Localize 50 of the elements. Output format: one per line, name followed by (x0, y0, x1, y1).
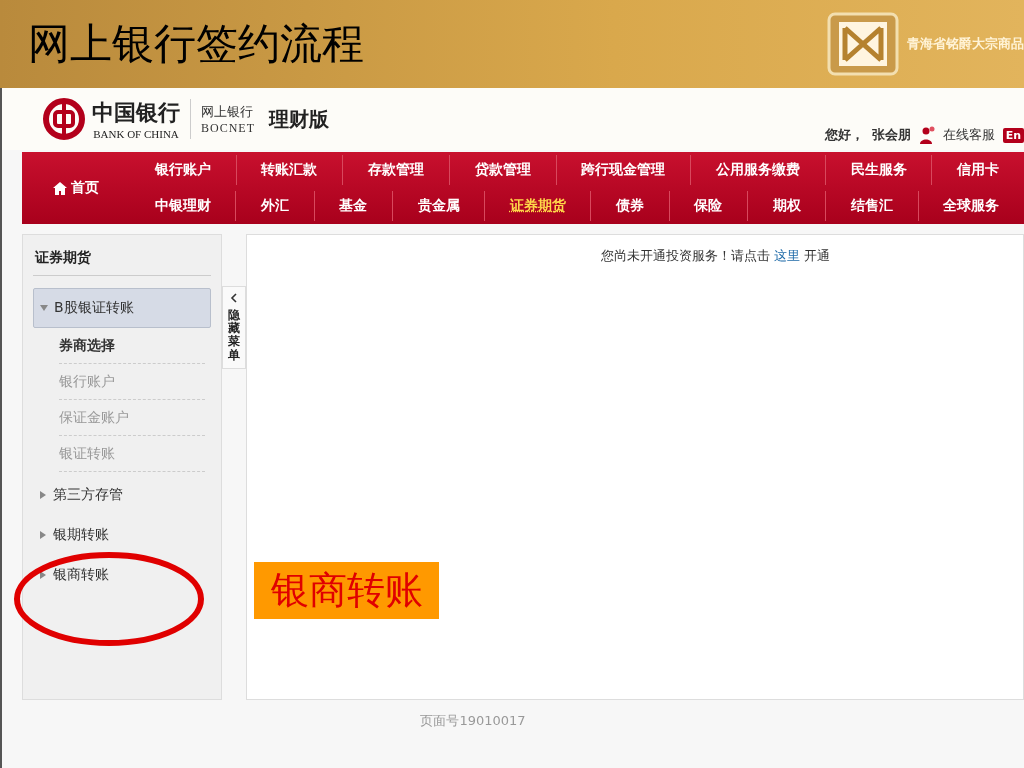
nav-item[interactable]: 跨行现金管理 (555, 155, 691, 185)
greeting: 您好， (824, 126, 864, 144)
notice-text: 您尚未开通投资服务！请点击 这里 开通 (600, 247, 830, 265)
sidebar-group[interactable]: 银期转账 (33, 518, 211, 552)
sidebar-group[interactable]: 银商转账 (33, 558, 211, 592)
nav-item[interactable]: 基金 (313, 191, 392, 221)
logo-icon (827, 12, 899, 76)
language-button[interactable]: En (1002, 127, 1024, 143)
nav-item[interactable]: 银行账户 (130, 155, 236, 185)
logo-text: 青海省铭爵大宗商品 (907, 35, 1024, 53)
online-service-link[interactable]: 在线客服 (942, 126, 995, 144)
annotation-label: 银商转账 (254, 562, 439, 619)
user-name: 张会朋 (871, 126, 911, 144)
slide-title: 网上银行签约流程 (28, 20, 364, 69)
nav-item[interactable]: 公用服务缴费 (690, 155, 825, 185)
sidebar-title: 证券期货 (33, 235, 211, 276)
page-number: 页面号19010017 (420, 712, 526, 730)
here-link[interactable]: 这里 (773, 248, 800, 263)
nav-item[interactable]: 保险 (668, 191, 748, 221)
triangle-icon (40, 304, 48, 312)
nav-item[interactable]: 存款管理 (342, 155, 449, 185)
product-name: 网上银行 (201, 102, 254, 121)
nav-item[interactable]: 民生服务 (824, 155, 932, 185)
nav-item[interactable]: 中银理财 (130, 191, 236, 221)
home-icon (53, 181, 67, 195)
triangle-icon (39, 571, 47, 579)
hide-menu-tab[interactable]: 隐藏菜单 (222, 286, 246, 369)
nav-item[interactable]: 结售汇 (825, 191, 918, 221)
sidebar-group[interactable]: 第三方存管 (33, 478, 211, 512)
nav-item[interactable]: 贷款管理 (448, 155, 556, 185)
bank-logo-icon (42, 97, 86, 141)
sidebar-item[interactable]: 券商选择 (59, 328, 205, 364)
nav-item[interactable]: 贵金属 (391, 191, 485, 221)
product-english-name: BOCNET (201, 120, 255, 136)
edition-label: 理财版 (269, 105, 329, 133)
nav-item[interactable]: 全球服务 (917, 191, 1024, 221)
bank-english-name: BANK OF CHINA (93, 128, 179, 140)
nav-item[interactable]: 期权 (747, 191, 826, 221)
triangle-icon (39, 491, 47, 499)
bank-logo-text: 中国银行 (92, 99, 180, 127)
nav-item[interactable]: 转账汇款 (235, 155, 343, 185)
triangle-icon (39, 531, 47, 539)
nav-item[interactable]: 信用卡 (931, 155, 1024, 185)
nav-item[interactable]: 外汇 (235, 191, 314, 221)
nav-item[interactable]: 证券期货 (484, 191, 591, 221)
person-icon[interactable] (918, 126, 935, 144)
home-nav-item[interactable]: 首页 (22, 152, 130, 224)
sidebar-group[interactable]: B股银证转账 (33, 288, 211, 328)
nav-item[interactable]: 债券 (590, 191, 669, 221)
chevron-left-icon (230, 293, 238, 303)
